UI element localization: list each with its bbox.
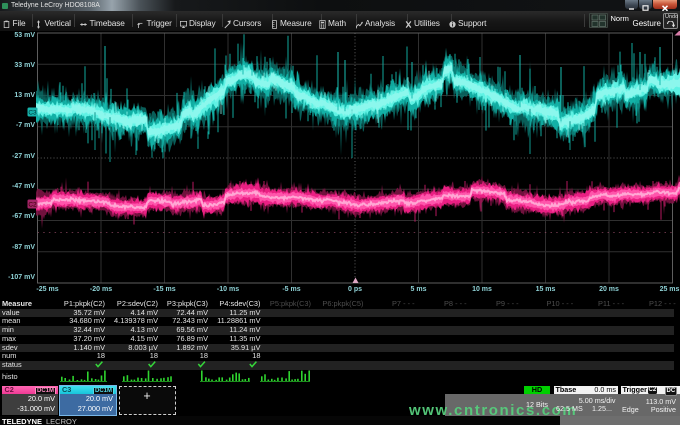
svg-text:C3: C3 (28, 110, 37, 117)
svg-text:C2: C2 (28, 202, 37, 209)
